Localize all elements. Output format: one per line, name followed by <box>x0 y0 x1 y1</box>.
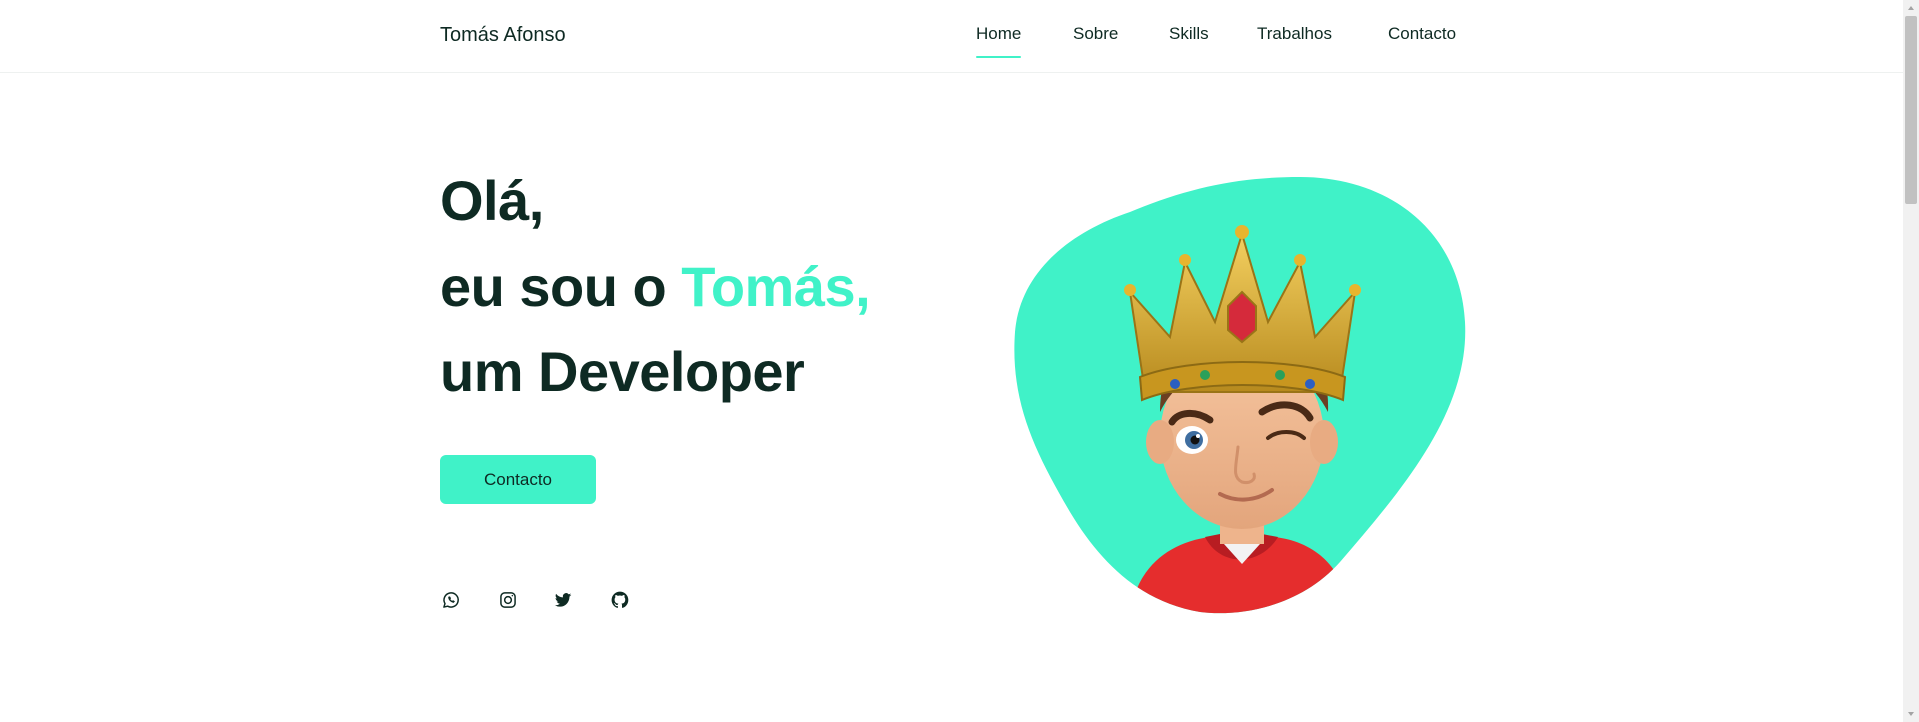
hero-intro: eu sou o Tomás, <box>440 254 871 319</box>
scroll-up-arrow-icon[interactable] <box>1903 0 1919 16</box>
hero-greeting: Olá, <box>440 169 544 232</box>
nav-contacto[interactable]: Contacto <box>1388 24 1456 44</box>
hero-role: um Developer <box>440 340 805 403</box>
hero-avatar-blob <box>1010 172 1470 617</box>
whatsapp-icon[interactable] <box>440 589 462 611</box>
nav-skills[interactable]: Skills <box>1169 24 1209 44</box>
github-icon[interactable] <box>609 589 631 611</box>
nav-home[interactable]: Home <box>976 24 1022 58</box>
instagram-icon[interactable] <box>497 589 519 611</box>
page: Tomás Afonso Home Sobre Skills Trabalhos… <box>0 0 1903 722</box>
site-header: Tomás Afonso Home Sobre Skills Trabalhos… <box>0 0 1903 73</box>
contact-button[interactable]: Contacto <box>440 455 596 504</box>
scroll-down-arrow-icon[interactable] <box>1903 706 1919 722</box>
scrollbar-thumb[interactable] <box>1905 16 1917 204</box>
main-nav: Home Sobre Skills Trabalhos Contacto <box>0 24 1903 64</box>
page-scrollbar[interactable] <box>1903 0 1919 722</box>
nav-sobre[interactable]: Sobre <box>1073 24 1118 44</box>
twitter-icon[interactable] <box>552 589 574 611</box>
nav-trabalhos[interactable]: Trabalhos <box>1257 24 1332 44</box>
hero-name-highlight: Tomás, <box>681 255 871 318</box>
hero-intro-prefix: eu sou o <box>440 255 682 318</box>
